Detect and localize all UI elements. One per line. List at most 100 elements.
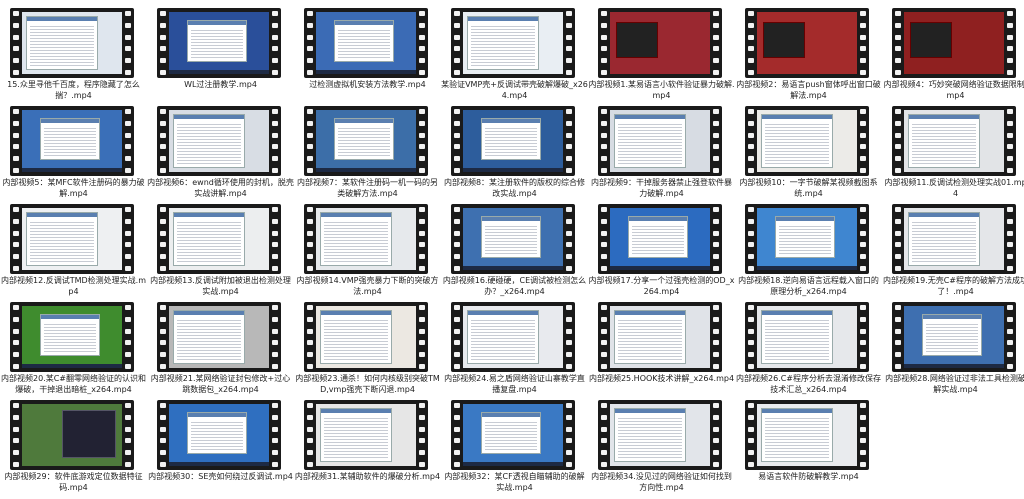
video-thumbnail[interactable] <box>10 204 134 274</box>
video-thumbnail[interactable] <box>10 400 134 470</box>
window-text-lines <box>765 122 829 164</box>
film-strip-holes <box>745 106 757 176</box>
film-hole <box>272 167 278 173</box>
video-thumbnail[interactable] <box>745 400 869 470</box>
video-thumbnail[interactable] <box>157 302 281 372</box>
window-titlebar <box>762 409 832 413</box>
film-hole <box>566 426 572 432</box>
video-file-item[interactable]: 内部视频25.HOOK技术讲解_x264.mp4 <box>588 296 735 393</box>
video-thumbnail[interactable] <box>745 302 869 372</box>
video-file-item[interactable]: 内部视频10：一字节破解某视频截图系统.mp4 <box>735 100 882 198</box>
film-hole <box>1007 155 1013 161</box>
film-hole <box>601 155 607 161</box>
video-thumbnail[interactable] <box>304 204 428 274</box>
video-thumbnail[interactable] <box>304 302 428 372</box>
video-thumbnail[interactable] <box>451 106 575 176</box>
video-file-item[interactable]: 内部视频14.VMP强壳暴力下断的突破方法.mp4 <box>294 198 441 296</box>
video-file-item[interactable]: 内部视频32：某CF透视自瞄辅助的破解实战.mp4 <box>441 394 588 492</box>
film-hole <box>160 403 166 409</box>
video-file-item[interactable]: 内部视频6：ewnd循环使用的封机，脱壳实战讲解.mp4 <box>147 100 294 198</box>
video-file-item[interactable]: 内部视频26.C#程序分析去混淆修改保存技术汇总_x264.mp4 <box>735 296 882 394</box>
screenshot-window <box>62 410 116 458</box>
video-thumbnail[interactable] <box>157 204 281 274</box>
video-file-item[interactable]: 内部视频7：某软件注册码一机一码的另类破解方法.mp4 <box>294 100 441 198</box>
video-file-item[interactable]: 内部视频8：某注册软件的版权的综合修改实战.mp4 <box>441 100 588 198</box>
film-hole <box>454 265 460 271</box>
video-file-item[interactable]: 内部视频31.某辅助软件的爆破分析.mp4 <box>294 394 441 491</box>
video-file-item[interactable]: 内部视频34.没见过的网络验证如何找到方向性.mp4 <box>588 394 735 492</box>
video-file-item[interactable]: 内部视频23.通杀！如何内核级别突破TMD,vmp强壳下断闪退.mp4 <box>294 296 441 394</box>
video-thumbnail[interactable] <box>304 8 428 78</box>
video-thumbnail[interactable] <box>598 302 722 372</box>
video-thumbnail[interactable] <box>892 204 1016 274</box>
video-thumbnail[interactable] <box>892 302 1016 372</box>
thumbnail-preview-image <box>316 110 416 172</box>
video-thumbnail[interactable] <box>451 8 575 78</box>
video-file-item[interactable]: 内部视频17.分享一个过强壳检测的OD_x264.mp4 <box>588 198 735 296</box>
video-thumbnail[interactable] <box>451 302 575 372</box>
video-file-item[interactable]: 内部视频1.某易语言小软件验证暴力破解.mp4 <box>588 2 735 100</box>
window-titlebar <box>335 119 393 123</box>
window-text-lines <box>485 420 537 450</box>
film-hole <box>860 414 866 420</box>
film-hole <box>895 265 901 271</box>
video-thumbnail[interactable] <box>598 400 722 470</box>
film-hole <box>1007 351 1013 357</box>
file-name-label: 内部视频30：SE壳如何绕过反调试.mp4 <box>148 472 293 481</box>
video-thumbnail[interactable] <box>451 400 575 470</box>
file-name-label: 内部视频10：一字节破解某视频截图系统.mp4 <box>739 178 878 198</box>
video-file-item[interactable]: 内部视频28.网络验证过非法工具检测破解实战.mp4 <box>882 296 1024 394</box>
video-file-item[interactable]: 内部视频13.反调试附加被退出检测处理实战.mp4 <box>147 198 294 296</box>
video-thumbnail[interactable] <box>745 106 869 176</box>
film-strip-holes <box>563 8 575 78</box>
video-file-item[interactable]: 易语言软件防破解教学.mp4 <box>735 394 882 491</box>
video-thumbnail[interactable] <box>598 8 722 78</box>
video-file-item[interactable]: 内部视频20.某C#翻零网络验证的认识和爆破，干掉退出暗桩_x264.mp4 <box>0 296 147 394</box>
video-file-item[interactable]: 内部视频12.反调试TMD检测处理实战.mp4 <box>0 198 147 296</box>
video-thumbnail[interactable] <box>157 106 281 176</box>
film-hole <box>419 46 425 52</box>
video-file-item[interactable]: 内部视频11.反调试检测处理实战01.mp4 <box>882 100 1024 198</box>
video-thumbnail[interactable] <box>451 204 575 274</box>
video-file-item[interactable]: 内部视频29：软件底游戏定位数据特征码.mp4 <box>0 394 147 492</box>
video-thumbnail[interactable] <box>304 106 428 176</box>
film-hole <box>601 403 607 409</box>
video-file-item[interactable]: 内部视频4：巧妙突破网络验证数据限制.mp4 <box>882 2 1024 100</box>
film-strip-holes <box>269 204 281 274</box>
video-thumbnail[interactable] <box>892 106 1016 176</box>
video-file-item[interactable]: 内部视频24.易之盾网络验证山寨教学直播复盘.mp4 <box>441 296 588 394</box>
video-thumbnail[interactable] <box>745 8 869 78</box>
video-thumbnail[interactable] <box>892 8 1016 78</box>
film-hole <box>601 34 607 40</box>
video-file-item[interactable]: 某验证VMP壳+反调试带壳破解爆破_x264.mp4 <box>441 2 588 100</box>
video-thumbnail[interactable] <box>157 400 281 470</box>
video-file-item[interactable]: 内部视频16.硬碰硬，CE调试被检测怎么办？_x264.mp4 <box>441 198 588 296</box>
video-file-item[interactable]: WL过注册教学.mp4 <box>147 2 294 99</box>
video-thumbnail[interactable] <box>157 8 281 78</box>
taskbar <box>610 266 710 270</box>
video-file-item[interactable]: 内部视频2：易语言push窗体呼出窗口破解法.mp4 <box>735 2 882 100</box>
video-thumbnail[interactable] <box>10 302 134 372</box>
video-file-item[interactable]: 内部视频21.某网络验证封包修改+过心跳数据包_x264.mp4 <box>147 296 294 394</box>
video-file-item[interactable]: 15.众里寻他千百度，程序隐藏了怎么揣？.mp4 <box>0 2 147 100</box>
film-hole <box>748 403 754 409</box>
video-file-item[interactable]: 内部视频30：SE壳如何绕过反调试.mp4 <box>147 394 294 491</box>
video-file-item[interactable]: 内部视频9：干掉服务器禁止强登软件暴力破解.mp4 <box>588 100 735 198</box>
film-hole <box>566 414 572 420</box>
video-thumbnail[interactable] <box>598 106 722 176</box>
video-thumbnail[interactable] <box>598 204 722 274</box>
video-thumbnail[interactable] <box>10 8 134 78</box>
video-file-item[interactable]: 内部视频19.无壳C#程序的破解方法成功了！.mp4 <box>882 198 1024 296</box>
video-thumbnail[interactable] <box>745 204 869 274</box>
video-file-item[interactable]: 内部视频5：某MFC软件注册码的暴力破解.mp4 <box>0 100 147 198</box>
film-hole <box>13 11 19 17</box>
film-strip-holes <box>416 204 428 274</box>
film-hole <box>125 155 131 161</box>
video-file-item[interactable]: 内部视频18.逆向易语言远程载入窗口的原理分析_x264.mp4 <box>735 198 882 296</box>
video-thumbnail[interactable] <box>10 106 134 176</box>
video-thumbnail[interactable] <box>304 400 428 470</box>
film-hole <box>860 155 866 161</box>
film-hole <box>454 328 460 334</box>
video-file-item[interactable]: 过检测虚拟机安装方法教学.mp4 <box>294 2 441 99</box>
window-titlebar <box>762 311 832 315</box>
